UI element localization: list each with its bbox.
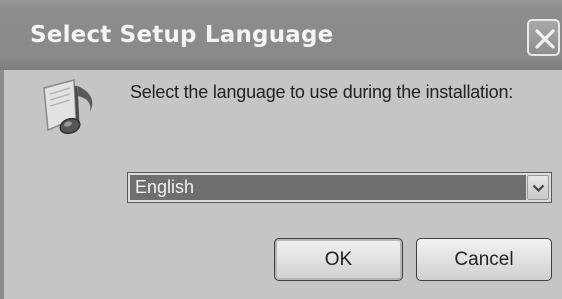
cancel-button[interactable]: Cancel (416, 238, 552, 281)
language-select[interactable]: English (127, 172, 552, 203)
setup-language-dialog: Select Setup Language Select the languag… (0, 0, 562, 299)
language-select-toggle[interactable] (527, 175, 549, 200)
language-select-value: English (130, 175, 526, 200)
language-prompt: Select the language to use during the in… (130, 82, 514, 102)
chevron-down-icon (532, 184, 545, 193)
title-bar[interactable]: Select Setup Language (0, 0, 562, 70)
close-icon (535, 29, 555, 49)
close-button[interactable] (527, 19, 560, 56)
music-note-icon (43, 79, 93, 135)
ok-button[interactable]: OK (274, 238, 403, 281)
window-title: Select Setup Language (30, 22, 334, 48)
